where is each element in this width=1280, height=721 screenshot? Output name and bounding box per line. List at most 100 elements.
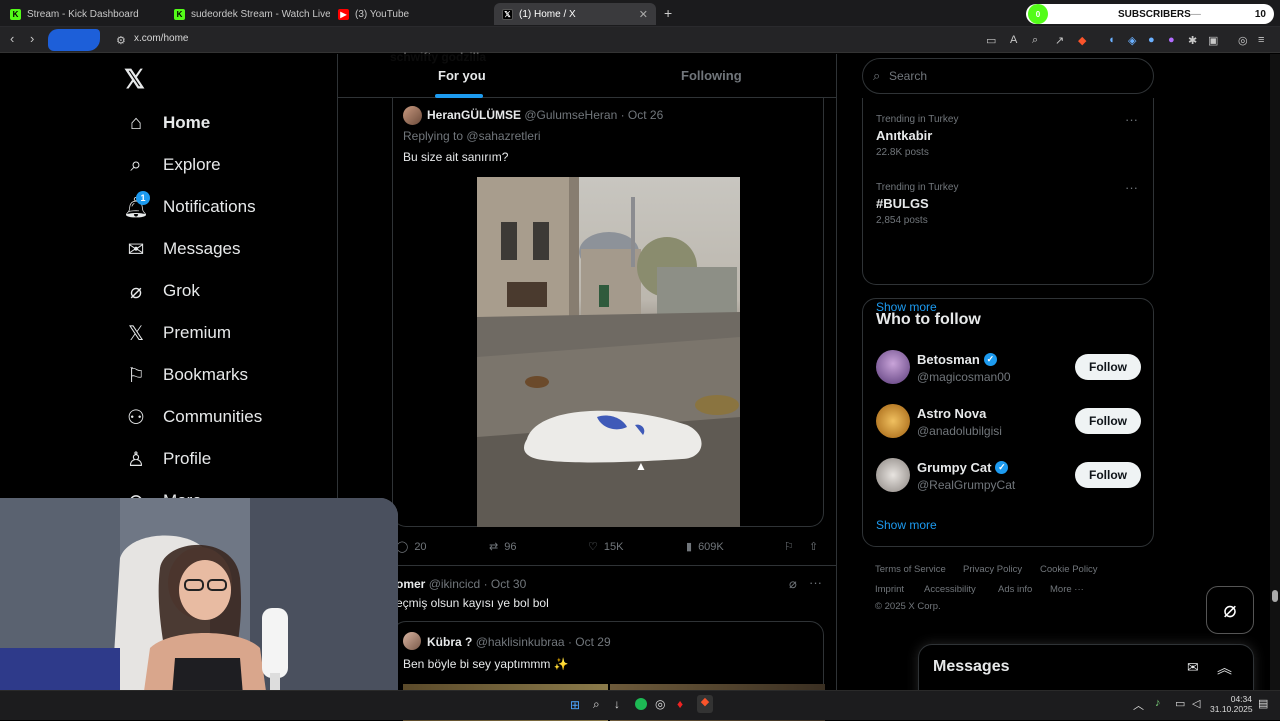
footer-link[interactable]: Terms of Service — [875, 564, 946, 575]
extension-icon[interactable]: ◖ — [1108, 34, 1115, 46]
more-options-icon[interactable]: ··· — [1125, 112, 1138, 127]
browser-tab[interactable]: K Stream - Kick Dashboard — [2, 3, 166, 25]
nav-premium[interactable]: 𝕏 Premium — [124, 315, 231, 351]
zoom-icon[interactable]: ⌕ — [1032, 34, 1038, 47]
more-options-icon[interactable]: ··· — [809, 575, 822, 590]
cast-icon[interactable]: ▭ — [986, 34, 996, 47]
post-image[interactable] — [477, 177, 740, 527]
tab-for-you[interactable]: For you — [438, 68, 486, 83]
avatar[interactable] — [876, 458, 910, 492]
trend-posts: 22.8K posts — [876, 147, 929, 158]
photo-scene — [477, 177, 740, 527]
vpn-icon[interactable]: ◎ — [1238, 34, 1248, 47]
author-name[interactable]: omer — [396, 577, 425, 591]
wtf-name[interactable]: Astro Nova — [917, 406, 986, 421]
app-icon[interactable]: ◎ — [655, 697, 665, 711]
menu-icon[interactable]: ≡ — [1258, 34, 1264, 46]
scrollbar[interactable] — [1270, 54, 1280, 690]
browser-tab[interactable]: ▶ (3) YouTube — [330, 3, 494, 25]
grok-icon[interactable]: ⌀ — [789, 576, 797, 592]
avatar[interactable] — [876, 404, 910, 438]
show-more-link[interactable]: Show more — [876, 518, 937, 532]
spotify-icon[interactable] — [635, 698, 647, 710]
back-icon[interactable]: ‹ — [10, 31, 14, 46]
forward-icon[interactable]: › — [30, 31, 34, 46]
footer-link[interactable]: Cookie Policy — [1040, 564, 1098, 575]
translate-icon[interactable]: A — [1010, 34, 1017, 46]
chevron-up-icon[interactable]: ︿ — [1133, 697, 1144, 713]
browser-tab-active[interactable]: 𝕏 (1) Home / X ✕ — [494, 3, 656, 25]
puzzle-icon[interactable]: ✱ — [1188, 34, 1197, 47]
wtf-name[interactable]: Betosman ✓ — [917, 352, 997, 367]
post-text: Ben böyle bi sey yaptımmm ✨ — [403, 657, 569, 671]
who-to-follow-card: Who to follow Betosman ✓ @magicosman00 Fo… — [862, 298, 1154, 547]
app-icon[interactable]: ♦ — [677, 697, 683, 711]
expand-icon[interactable]: ︽ — [1217, 657, 1232, 678]
wtf-name-text: Astro Nova — [917, 406, 987, 421]
network-icon[interactable]: ▭ — [1175, 697, 1185, 710]
search-icon[interactable]: ⌕ — [593, 697, 600, 712]
nav-communities[interactable]: ⚇ Communities — [124, 399, 262, 435]
footer-link[interactable]: Imprint — [875, 584, 904, 595]
nav-bookmarks[interactable]: ⚐ Bookmarks — [124, 357, 248, 393]
nav-explore[interactable]: ⌕ Explore — [124, 147, 220, 183]
clock[interactable]: 04:34 31.10.2025 — [1210, 694, 1253, 714]
follow-button[interactable]: Follow — [1075, 408, 1141, 434]
url-text[interactable]: x.com/home — [134, 33, 188, 44]
minimize-icon[interactable]: — — [1191, 9, 1201, 20]
feed-tabs: For you Following — [338, 54, 836, 98]
site-info-icon[interactable]: ⚙ — [116, 34, 126, 47]
sidebar-icon[interactable]: ▣ — [1208, 34, 1218, 47]
tab-following[interactable]: Following — [681, 68, 742, 83]
nav-notifications[interactable]: 🔔︎ 1 Notifications — [123, 189, 256, 225]
footer-link[interactable]: Accessibility — [924, 584, 976, 595]
views-button[interactable]: ▮ 609K — [686, 540, 724, 554]
trend-name: #BULGS — [876, 196, 929, 211]
nav-messages[interactable]: ✉ Messages — [124, 231, 241, 267]
nav-label: Grok — [163, 281, 200, 300]
browser-tab[interactable]: K sudeordek Stream - Watch Live on Kick — [166, 3, 330, 25]
wtf-name[interactable]: Grumpy Cat ✓ — [917, 460, 1009, 475]
new-tab-button[interactable]: + — [664, 5, 672, 21]
more-options-icon[interactable]: ··· — [1125, 180, 1138, 195]
search-input[interactable]: ⌕ Search — [862, 58, 1154, 94]
footer-link[interactable]: Privacy Policy — [963, 564, 1022, 575]
trend-item[interactable]: Trending in Turkey #BULGS 2,854 posts — [876, 182, 958, 226]
reply-button[interactable]: ◯ 20 — [396, 540, 427, 554]
close-tab-icon[interactable]: ✕ — [639, 8, 648, 21]
new-message-icon[interactable]: ✉ — [1187, 659, 1199, 676]
follow-button[interactable]: Follow — [1075, 462, 1141, 488]
brave-browser-icon[interactable]: ◆ — [697, 695, 713, 713]
scrollbar-thumb[interactable] — [1272, 590, 1278, 602]
footer-link[interactable]: More ··· — [1050, 584, 1084, 595]
share-icon[interactable]: ↗ — [1055, 34, 1064, 47]
trend-item[interactable]: Trending in Turkey Anıtkabir 22.8K posts — [876, 114, 958, 158]
quoted-post[interactable]: HeranGÜLÜMSE @GulumseHeran · Oct 26 Repl… — [392, 98, 824, 527]
x-logo-icon[interactable]: 𝕏 — [124, 64, 145, 95]
share-button[interactable]: ⇧ — [809, 540, 818, 553]
notification-center-icon[interactable]: ▤ — [1258, 697, 1268, 710]
search-placeholder: Search — [889, 69, 928, 83]
extension-icon[interactable]: ● — [1168, 34, 1175, 46]
extension-icon[interactable]: ◈ — [1128, 34, 1136, 47]
bookmark-button[interactable]: ⚐ — [784, 540, 794, 553]
follow-button[interactable]: Follow — [1075, 354, 1141, 380]
extension-icon[interactable]: ● — [1148, 34, 1155, 46]
right-sidebar: ⌕ Search Trending in Turkey Anıtkabir 22… — [862, 54, 1154, 720]
avatar[interactable] — [876, 350, 910, 384]
nav-grok[interactable]: ⌀ Grok — [124, 273, 200, 309]
like-button[interactable]: ♡ 15K — [588, 540, 623, 554]
brave-shield-icon[interactable]: ◆ — [1078, 34, 1086, 47]
volume-icon[interactable]: ◁ — [1192, 697, 1200, 710]
grok-icon: ⌀ — [129, 280, 143, 303]
windows-start-icon[interactable]: ⊞ — [570, 698, 580, 712]
nav-home[interactable]: ⌂ Home — [124, 105, 210, 141]
clock-date: 31.10.2025 — [1210, 704, 1253, 714]
footer-link[interactable]: Ads info — [998, 584, 1032, 595]
download-icon[interactable]: ↓ — [614, 697, 620, 711]
repost-button[interactable]: ⇄ 96 — [489, 540, 516, 554]
nav-profile[interactable]: ♙ Profile — [124, 441, 211, 477]
microphone-icon[interactable]: ♪ — [1155, 697, 1161, 709]
grok-floating-button[interactable]: ⌀ — [1206, 586, 1254, 634]
mouse-cursor-icon: ▲ — [635, 459, 647, 473]
